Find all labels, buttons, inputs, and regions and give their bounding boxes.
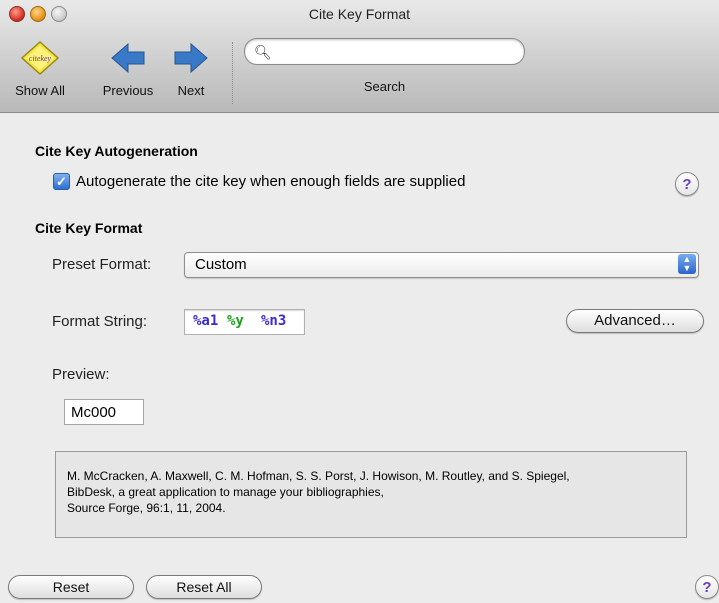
citekey-icon: citekey (20, 40, 60, 76)
format-string-label: Format String: (52, 313, 148, 330)
format-token-year: %y (227, 313, 244, 329)
preset-format-value: Custom (195, 256, 247, 273)
preset-format-label: Preset Format: (52, 256, 152, 273)
title-toolbar: Cite Key Format citekey Show All Previou… (0, 0, 719, 113)
toolbar-separator (232, 42, 233, 104)
preview-label: Preview: (52, 366, 110, 383)
previous-label: Previous (102, 83, 154, 98)
arrow-left-icon (111, 42, 145, 74)
advanced-button[interactable]: Advanced… (566, 309, 704, 333)
svg-text:citekey: citekey (29, 54, 52, 63)
footer-help-icon[interactable]: ? (695, 575, 719, 599)
autogenerate-checkbox[interactable]: ✓ (53, 173, 70, 190)
next-button[interactable]: Next (166, 40, 216, 98)
arrow-right-icon (174, 42, 208, 74)
help-icon[interactable]: ? (675, 172, 699, 196)
reset-button[interactable]: Reset (8, 575, 134, 599)
autogenerate-row[interactable]: ✓ Autogenerate the cite key when enough … (53, 173, 465, 190)
search-item: 🔍︎ Search (244, 38, 525, 94)
show-all-label: Show All (15, 83, 65, 98)
search-icon: 🔍︎ (254, 44, 272, 60)
reference-line: Source Forge, 96:1, 11, 2004. (67, 501, 226, 515)
reference-preview: M. McCracken, A. Maxwell, C. M. Hofman, … (55, 451, 687, 538)
preview-value: Mc000 (64, 399, 144, 425)
preset-format-popup[interactable]: Custom ▲ ▼ (184, 252, 699, 278)
reference-line: M. McCracken, A. Maxwell, C. M. Hofman, … (67, 469, 570, 483)
autogeneration-heading: Cite Key Autogeneration (35, 143, 198, 159)
reset-all-button[interactable]: Reset All (146, 575, 262, 599)
previous-button[interactable]: Previous (92, 40, 164, 98)
show-all-button[interactable]: citekey Show All (0, 40, 80, 98)
format-string-field[interactable]: %a1 %y %n3 (184, 309, 305, 335)
preferences-window: Cite Key Format citekey Show All Previou… (0, 0, 719, 603)
next-label: Next (177, 83, 205, 98)
search-input[interactable] (271, 42, 515, 62)
search-label: Search (363, 79, 406, 94)
format-token-number: %n3 (261, 313, 287, 329)
autogenerate-label: Autogenerate the cite key when enough fi… (76, 173, 466, 190)
format-heading: Cite Key Format (35, 220, 143, 236)
window-title: Cite Key Format (308, 6, 411, 22)
reference-line: BibDesk, a great application to manage y… (67, 485, 384, 499)
search-field[interactable]: 🔍︎ (244, 38, 525, 65)
popup-arrows-icon: ▲ ▼ (678, 254, 696, 274)
format-token-author: %a1 (193, 313, 219, 329)
